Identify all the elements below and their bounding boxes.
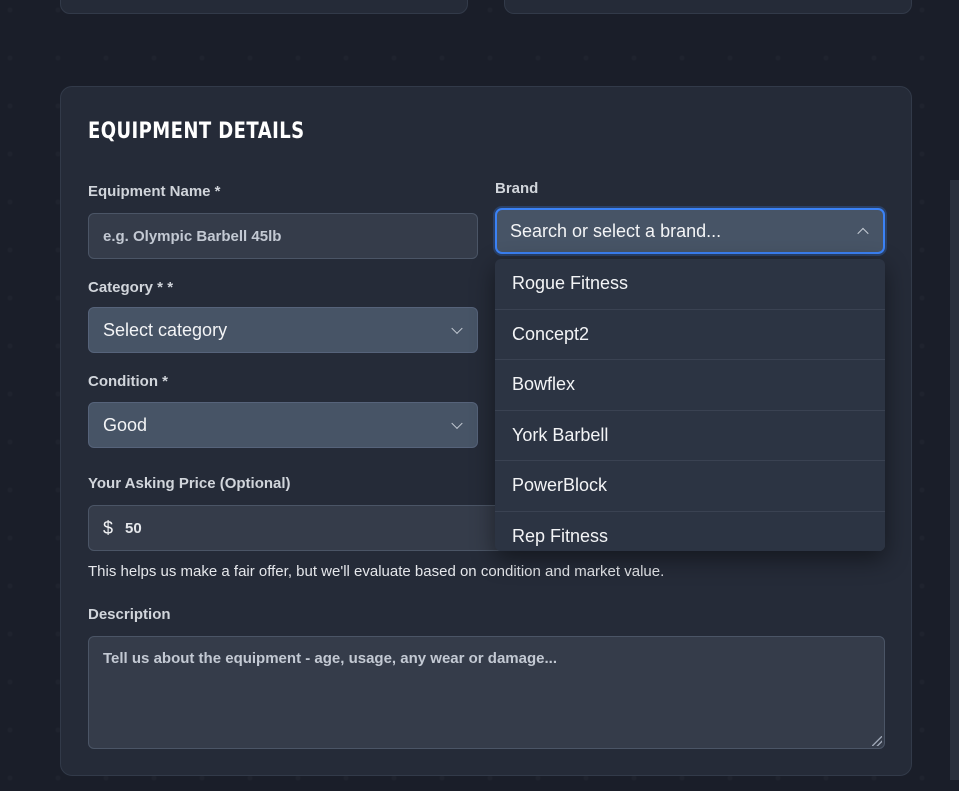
description-label: Description [88, 606, 171, 623]
equipment-name-input[interactable]: e.g. Olympic Barbell 45lb [88, 213, 478, 259]
brand-option[interactable]: York Barbell [495, 411, 885, 461]
category-label: Category * * [88, 279, 174, 296]
brand-placeholder: Search or select a brand... [510, 220, 722, 241]
description-placeholder: Tell us about the equipment - age, usage… [103, 650, 557, 667]
top-card-left [60, 0, 468, 14]
category-value: Select category [103, 319, 228, 340]
brand-label: Brand [495, 180, 539, 197]
chevron-up-icon [857, 227, 869, 240]
currency-symbol: $ [103, 517, 114, 538]
brand-option[interactable]: Rep Fitness [495, 512, 885, 552]
brand-option[interactable]: PowerBlock [495, 461, 885, 512]
equipment-name-placeholder: e.g. Olympic Barbell 45lb [103, 227, 282, 245]
chevron-down-icon [451, 417, 463, 430]
condition-select[interactable]: Good [88, 402, 478, 448]
resize-handle-icon[interactable] [872, 736, 882, 746]
price-value: 50 [125, 519, 142, 537]
condition-label: Condition * [88, 373, 168, 390]
brand-dropdown-list: Rogue Fitness Concept2 Bowflex York Barb… [495, 259, 885, 551]
chevron-down-icon [451, 322, 463, 335]
price-label: Your Asking Price (Optional) [88, 475, 291, 492]
top-card-right [504, 0, 912, 14]
description-textarea[interactable]: Tell us about the equipment - age, usage… [88, 636, 885, 749]
condition-value: Good [103, 414, 148, 435]
section-title: EQUIPMENT DETAILS [88, 119, 305, 144]
equipment-details-panel: EQUIPMENT DETAILS Equipment Name * e.g. … [60, 86, 912, 776]
brand-option[interactable]: Rogue Fitness [495, 259, 885, 310]
equipment-name-label: Equipment Name * [88, 183, 221, 200]
brand-option[interactable]: Concept2 [495, 310, 885, 360]
brand-option[interactable]: Bowflex [495, 360, 885, 411]
category-select[interactable]: Select category [88, 307, 478, 353]
brand-combobox[interactable]: Search or select a brand... [495, 208, 885, 254]
price-help-text: This helps us make a fair offer, but we'… [88, 563, 665, 580]
page-scrollbar[interactable] [950, 180, 959, 780]
